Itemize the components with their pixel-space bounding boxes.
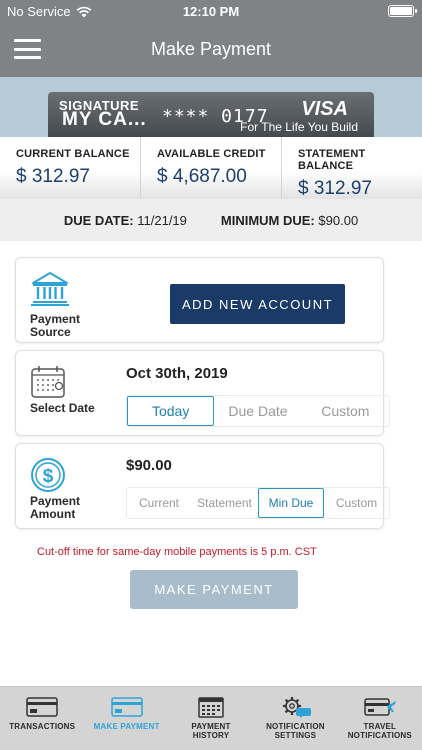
card-plane-icon [364,698,396,716]
add-new-account-button[interactable]: ADD NEW ACCOUNT [170,284,345,324]
minimum-due-value: $90.00 [318,212,359,228]
amount-option-min-due[interactable]: Min Due [258,488,324,518]
battery-icon [388,5,417,17]
tab-label: PAYMENT HISTORY [191,722,231,740]
payment-amount-value: $90.00 [126,457,172,474]
nav-bar: Make Payment [0,22,422,77]
date-option-today[interactable]: Today [127,396,215,426]
balance-label: AVAILABLE CREDIT [157,148,266,160]
tab-label: MAKE PAYMENT [93,722,160,731]
tab-notification-settings[interactable]: NOTIFICATION SETTINGS [253,687,337,750]
payment-source-panel: Payment Source ADD NEW ACCOUNT [15,257,384,343]
svg-text:$: $ [43,466,54,487]
payment-amount-panel: $ Payment Amount $90.00 Current Statemen… [15,443,390,529]
balance-value: $ 4,687.00 [157,166,247,187]
select-date-panel: Select Date Oct 30th, 2019 Today Due Dat… [15,350,390,436]
tab-label: TRANSACTIONS [9,722,76,731]
tab-label: TRAVEL NOTIFICATIONS [347,722,412,740]
amount-option-custom[interactable]: Custom [324,488,389,518]
due-info: DUE DATE: 11/21/19 MINIMUM DUE: $90.00 [0,199,422,241]
cutoff-notice: Cut-off time for same-day mobile payment… [37,546,317,558]
balance-label: STATEMENT BALANCE [298,148,366,172]
date-option-due-date[interactable]: Due Date [214,396,301,426]
tab-transactions[interactable]: TRANSACTIONS [0,687,84,750]
amount-option-selector: Current Statement Min Due Custom [126,487,390,519]
page-title: Make Payment [150,39,272,59]
calendar-grid-icon [198,697,224,718]
select-date-label: Select Date [30,401,95,415]
make-payment-button[interactable]: MAKE PAYMENT [130,570,298,609]
tab-bar: TRANSACTIONS MAKE PAYMENT PAYMENT HISTORY [0,686,422,750]
balance-summary: CURRENT BALANCE $ 312.97 AVAILABLE CREDI… [0,137,422,199]
card-brand-line2: MY CA... [62,109,147,130]
credit-card-icon [26,697,58,717]
date-option-custom[interactable]: Custom [302,396,389,426]
card-banner: SIGNATURE MY CA... **** 0177 VISA For Th… [0,77,422,137]
amount-option-current[interactable]: Current [127,488,191,518]
tab-travel-notifications[interactable]: TRAVEL NOTIFICATIONS [338,687,422,750]
available-credit: AVAILABLE CREDIT $ 4,687.00 [141,137,282,199]
date-option-selector: Today Due Date Custom [126,395,390,427]
due-date-label: DUE DATE: [63,212,134,228]
clock: 12:10 PM [182,4,240,19]
tab-payment-history[interactable]: PAYMENT HISTORY [169,687,253,750]
balance-value: $ 312.97 [16,166,90,187]
balance-label: CURRENT BALANCE [16,148,130,160]
minimum-due-label: MINIMUM DUE: [220,212,315,228]
amount-option-statement[interactable]: Statement [191,488,258,518]
dollar-coin-icon: $ [30,457,70,497]
card-tagline: For The Life You Build [240,120,358,134]
statement-balance: STATEMENT BALANCE $ 312.97 [282,137,422,199]
payment-card-icon [110,697,143,717]
bank-icon [30,271,70,311]
calendar-icon [30,364,70,404]
payment-source-label: Payment Source [30,312,81,339]
balance-value: $ 312.97 [298,178,372,199]
current-balance: CURRENT BALANCE $ 312.97 [0,137,141,199]
status-bar: No Service 12:10 PM [0,0,422,22]
gear-chat-icon [283,697,312,718]
selected-date: Oct 30th, 2019 [126,365,228,382]
tab-label: NOTIFICATION SETTINGS [266,722,325,740]
credit-card[interactable]: SIGNATURE MY CA... **** 0177 VISA For Th… [48,92,374,137]
due-date-value: 11/21/19 [137,212,187,228]
minimum-due: MINIMUM DUE: $90.00 [221,213,358,228]
payment-amount-label: Payment Amount [30,494,81,521]
tab-make-payment[interactable]: MAKE PAYMENT [84,687,168,750]
visa-logo: VISA [301,98,348,120]
due-date: DUE DATE: 11/21/19 [64,213,187,228]
